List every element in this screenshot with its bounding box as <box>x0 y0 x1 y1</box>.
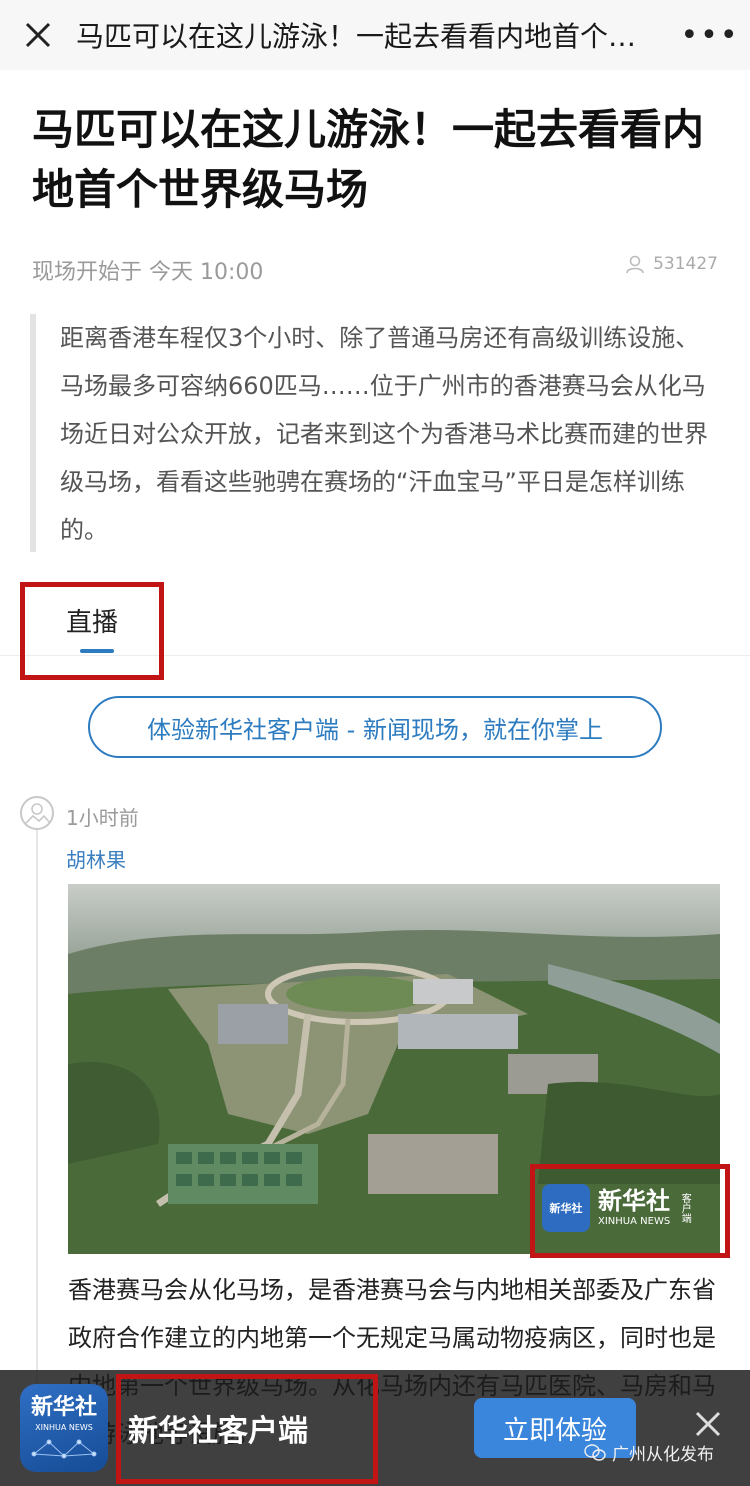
app-download-banner[interactable]: 体验新华社客户端 - 新闻现场，就在你掌上 <box>88 696 662 758</box>
more-options-button[interactable]: ••• <box>670 0 750 70</box>
watermark-text: 广州从化发布 <box>612 1445 714 1465</box>
live-start-time: 现场开始于 今天 10:00 <box>32 260 264 285</box>
network-pattern-icon <box>31 1439 97 1459</box>
timeline-line <box>36 828 38 1388</box>
app-logo-cn: 新华社 <box>30 1395 97 1420</box>
article-meta: 现场开始于 今天 10:00 531427 <box>32 252 722 286</box>
view-count: 531427 <box>625 254 718 274</box>
page-tab-title: 马匹可以在这儿游泳！一起去看看内地首个世界级马场 <box>76 20 670 53</box>
close-icon <box>695 1411 721 1437</box>
top-bar: 马匹可以在这儿游泳！一起去看看内地首个世界级马场 ••• <box>0 0 750 70</box>
highlight-box-tab <box>20 582 164 680</box>
article-title: 马匹可以在这儿游泳！一起去看看内地首个世界级马场 <box>32 105 705 214</box>
promo-close-button[interactable] <box>690 1406 726 1442</box>
xinhua-app-logo: 新华社 XINHUA NEWS <box>20 1384 108 1472</box>
close-button[interactable] <box>0 0 76 70</box>
close-icon <box>25 22 51 48</box>
view-count-value: 531427 <box>653 254 718 274</box>
wechat-icon <box>584 1443 606 1461</box>
person-icon <box>626 255 644 274</box>
post-author[interactable]: 胡林果 <box>66 844 126 873</box>
avatar <box>20 796 54 830</box>
highlight-box-photo-watermark <box>530 1164 730 1258</box>
post-time: 1小时前 <box>66 806 139 830</box>
app-logo-en: XINHUA NEWS <box>35 1423 93 1432</box>
highlight-box-app-name <box>116 1374 378 1484</box>
wechat-watermark: 广州从化发布 <box>584 1440 714 1465</box>
article-summary: 距离香港车程仅3个小时、除了普通马房还有高级训练设施、马场最多可容纳660匹马…… <box>30 314 718 552</box>
image-placeholder-icon <box>24 803 51 825</box>
